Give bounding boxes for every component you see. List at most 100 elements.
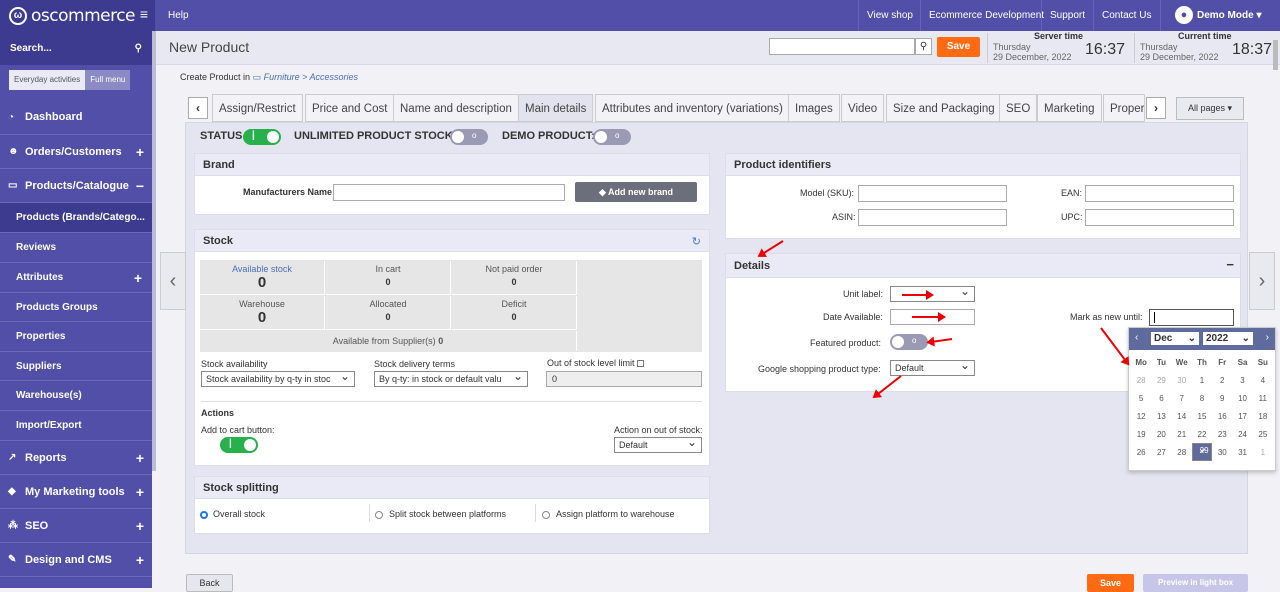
day-cell[interactable]: 1 bbox=[1253, 443, 1273, 461]
day-cell[interactable]: 25 bbox=[1253, 425, 1273, 443]
everyday-activities-tab[interactable]: Everyday activities bbox=[9, 70, 86, 90]
tabs-right-icon[interactable]: › bbox=[1146, 97, 1166, 119]
day-cell[interactable]: 30 bbox=[1172, 371, 1192, 389]
day-cell[interactable]: 7 bbox=[1172, 389, 1192, 407]
next-month-icon[interactable]: › bbox=[1266, 332, 1269, 343]
expand-icon[interactable]: + bbox=[136, 450, 144, 466]
manufacturer-input[interactable] bbox=[333, 184, 565, 201]
tab-price-cost[interactable]: Price and Cost bbox=[305, 94, 395, 122]
expand-icon[interactable]: + bbox=[136, 518, 144, 534]
tab-properties[interactable]: Proper bbox=[1103, 94, 1145, 122]
collapse-icon[interactable]: − bbox=[1226, 257, 1234, 272]
day-cell[interactable]: 24 bbox=[1232, 425, 1252, 443]
sidebar-sub-reviews[interactable]: Reviews bbox=[0, 233, 152, 263]
sidebar-item-marketing[interactable]: ◆ My Marketing tools + bbox=[0, 475, 152, 509]
back-button[interactable]: Back bbox=[186, 574, 233, 592]
day-cell[interactable]: 23 bbox=[1212, 425, 1232, 443]
sidebar-scrollbar[interactable] bbox=[152, 31, 156, 471]
expand-icon[interactable]: + bbox=[134, 270, 142, 286]
user-menu[interactable]: ● Demo Mode ▾ bbox=[1160, 0, 1280, 31]
tab-images[interactable]: Images bbox=[788, 94, 840, 122]
day-cell[interactable]: 27 bbox=[1151, 443, 1171, 461]
mark-new-input[interactable] bbox=[1149, 309, 1234, 326]
add-brand-button[interactable]: ◆ Add new brand bbox=[575, 182, 697, 202]
day-cell[interactable]: 5 bbox=[1131, 389, 1151, 407]
prev-arrow-icon[interactable]: ‹ bbox=[160, 252, 186, 310]
day-cell[interactable]: 6 bbox=[1151, 389, 1171, 407]
tab-name-description[interactable]: Name and description bbox=[393, 94, 519, 122]
day-cell[interactable]: 28 bbox=[1131, 371, 1151, 389]
sidebar-item-seo[interactable]: ⁂ SEO + bbox=[0, 509, 152, 543]
page-scrollbar[interactable] bbox=[1273, 40, 1278, 70]
day-cell[interactable]: 16 bbox=[1212, 407, 1232, 425]
day-cell[interactable]: 28 bbox=[1172, 443, 1192, 461]
day-cell[interactable]: 8 bbox=[1192, 389, 1212, 407]
support-link[interactable]: Support bbox=[1041, 0, 1093, 31]
day-cell[interactable]: 2 bbox=[1212, 371, 1232, 389]
sidebar-sub-properties[interactable]: Properties bbox=[0, 322, 152, 352]
status-toggle[interactable]: | bbox=[243, 129, 281, 145]
unlimited-stock-toggle[interactable]: o bbox=[450, 129, 488, 145]
prev-month-icon[interactable]: ‹ bbox=[1135, 332, 1138, 343]
day-cell[interactable]: 20 bbox=[1151, 425, 1171, 443]
logo[interactable]: ω oscommerce ≡ bbox=[0, 0, 155, 31]
help-link[interactable]: Help bbox=[160, 0, 197, 31]
day-cell[interactable]: 18 bbox=[1253, 407, 1273, 425]
day-cell[interactable]: 19 bbox=[1131, 425, 1151, 443]
preview-lightbox-button[interactable]: Preview in light box bbox=[1143, 574, 1248, 592]
collapse-icon[interactable]: − bbox=[136, 178, 144, 194]
contact-us-link[interactable]: Contact Us bbox=[1093, 0, 1159, 31]
sidebar-sub-suppliers[interactable]: Suppliers bbox=[0, 352, 152, 381]
day-cell[interactable]: 13 bbox=[1151, 407, 1171, 425]
day-cell[interactable]: 26 bbox=[1131, 443, 1151, 461]
featured-toggle[interactable]: o bbox=[890, 334, 928, 350]
day-cell[interactable]: 30 bbox=[1212, 443, 1232, 461]
oos-limit-checkbox[interactable] bbox=[637, 360, 645, 368]
day-cell[interactable]: 14 bbox=[1172, 407, 1192, 425]
sidebar-item-design-cms[interactable]: ✎ Design and CMS + bbox=[0, 543, 152, 577]
sidebar-item-reports[interactable]: ↗ Reports + bbox=[0, 441, 152, 475]
sku-input[interactable] bbox=[858, 185, 1007, 202]
view-shop-link[interactable]: View shop bbox=[858, 0, 921, 31]
day-cell-selected[interactable]: 29 bbox=[1191, 443, 1213, 461]
split-platforms-option[interactable]: Split stock between platforms bbox=[375, 509, 506, 519]
day-cell[interactable]: 21 bbox=[1172, 425, 1192, 443]
tab-attributes-inventory[interactable]: Attributes and inventory (variations) bbox=[595, 94, 790, 122]
sidebar-item-orders-customers[interactable]: ☻ Orders/Customers + bbox=[0, 135, 152, 169]
tab-assign-restrict[interactable]: Assign/Restrict bbox=[212, 94, 303, 122]
day-cell[interactable]: 10 bbox=[1232, 389, 1252, 407]
tab-marketing[interactable]: Marketing bbox=[1037, 94, 1102, 122]
year-select[interactable]: 2022 ⌄ bbox=[1203, 332, 1253, 345]
overall-stock-option[interactable]: Overall stock bbox=[200, 509, 265, 519]
oos-limit-input[interactable]: 0 bbox=[546, 371, 702, 387]
day-cell[interactable]: 15 bbox=[1192, 407, 1212, 425]
header-save-button[interactable]: Save bbox=[937, 37, 980, 57]
upc-input[interactable] bbox=[1085, 209, 1234, 226]
day-cell[interactable]: 1 bbox=[1192, 371, 1212, 389]
day-cell[interactable]: 29 bbox=[1151, 371, 1171, 389]
day-cell[interactable]: 22 bbox=[1192, 425, 1212, 443]
all-pages-dropdown[interactable]: All pages ▾ bbox=[1176, 97, 1244, 120]
box-label[interactable]: Available stock bbox=[232, 264, 292, 274]
menu-toggle-icon[interactable]: ≡ bbox=[140, 6, 148, 22]
radio-selected-icon[interactable] bbox=[200, 510, 208, 519]
google-type-select[interactable]: Default bbox=[890, 360, 975, 376]
full-menu-tab[interactable]: Full menu bbox=[85, 70, 131, 90]
expand-icon[interactable]: + bbox=[136, 144, 144, 160]
sidebar-sub-import-export[interactable]: Import/Export bbox=[0, 411, 152, 441]
demo-product-toggle[interactable]: o bbox=[593, 129, 631, 145]
day-cell[interactable]: 12 bbox=[1131, 407, 1151, 425]
assign-warehouse-option[interactable]: Assign platform to warehouse bbox=[542, 509, 675, 519]
tab-size-packaging[interactable]: Size and Packaging bbox=[886, 94, 1002, 122]
ean-input[interactable] bbox=[1085, 185, 1234, 202]
search-icon[interactable]: ⚲ bbox=[135, 43, 142, 54]
day-cell[interactable]: 31 bbox=[1232, 443, 1252, 461]
day-cell[interactable]: 17 bbox=[1232, 407, 1252, 425]
expand-icon[interactable]: + bbox=[136, 484, 144, 500]
asin-input[interactable] bbox=[858, 209, 1007, 226]
sidebar-sub-attributes[interactable]: Attributes + bbox=[0, 263, 152, 293]
footer-save-button[interactable]: Save bbox=[1087, 574, 1134, 592]
header-search-input[interactable] bbox=[769, 38, 915, 55]
month-select[interactable]: Dec ⌄ bbox=[1151, 332, 1199, 345]
oos-action-select[interactable]: Default bbox=[614, 437, 702, 453]
